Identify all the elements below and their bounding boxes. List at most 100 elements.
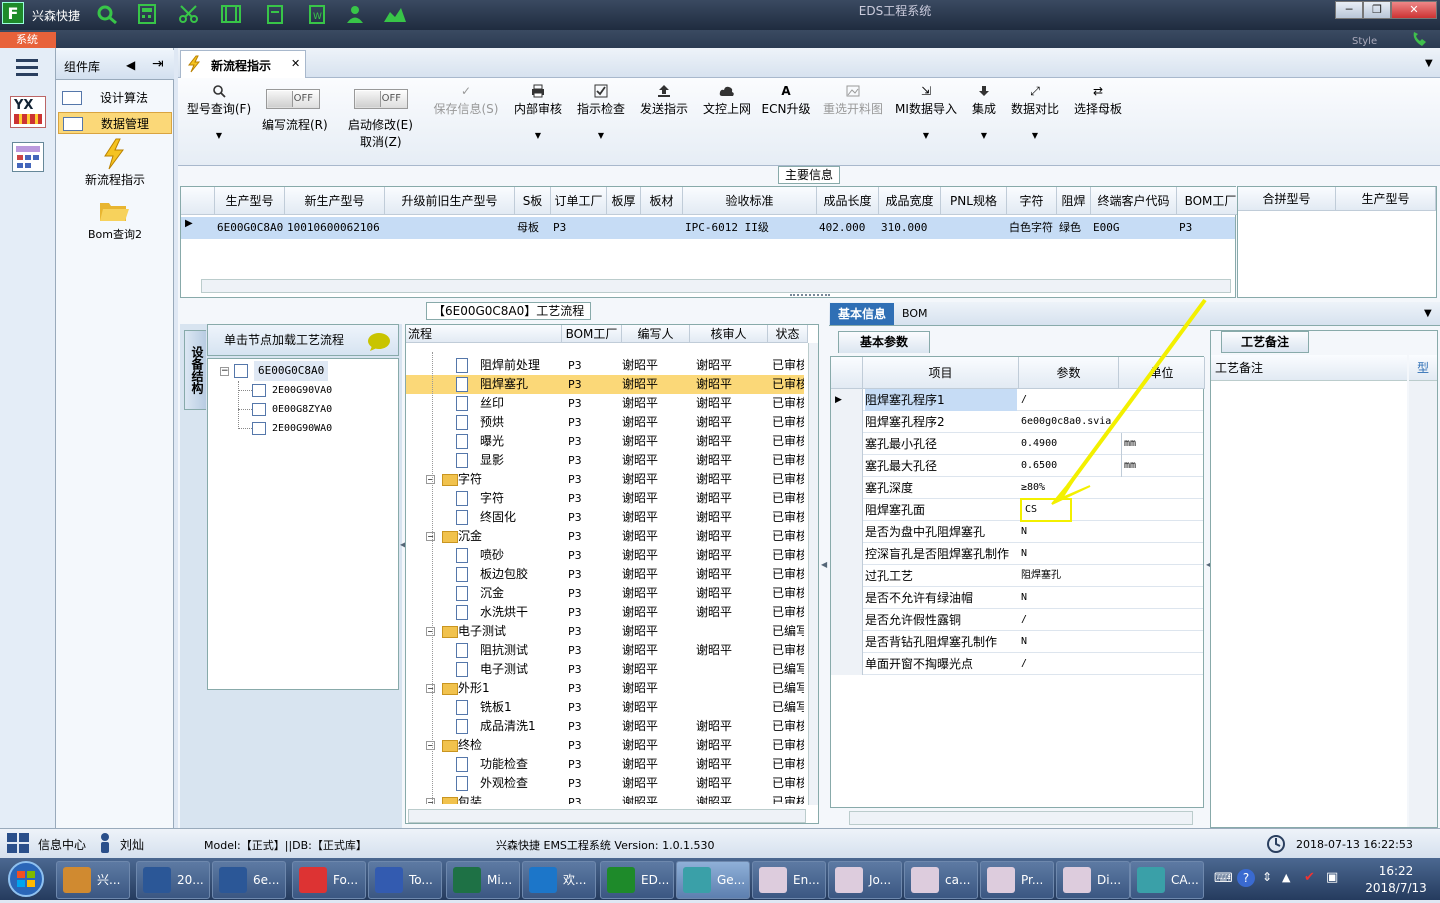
hamburger-menu-icon[interactable] <box>14 56 40 78</box>
table-row[interactable]: 板边包胶 P3 谢昭平 谢昭平 已审核 <box>406 565 804 584</box>
column-header[interactable]: 流程 <box>406 325 562 343</box>
taskbar-item[interactable]: 兴... <box>56 861 130 899</box>
comment-bubble-icon[interactable] <box>366 332 392 352</box>
grid-apps-icon[interactable] <box>6 832 30 854</box>
report-icon[interactable]: W <box>304 3 330 25</box>
table-cell[interactable] <box>643 218 683 238</box>
table-cell[interactable]: 402.000 <box>819 218 879 238</box>
model-query-button[interactable]: 型号查询(F) ▼ <box>184 82 254 140</box>
instruction-check-button[interactable]: 指示检查 ▼ <box>574 82 628 140</box>
column-header[interactable]: 字符 <box>1007 187 1057 215</box>
table-cell[interactable]: 310.000 <box>881 218 941 238</box>
mi-data-import-button[interactable]: ⇲ MI数据导入 ▼ <box>893 82 959 140</box>
column-header[interactable]: 验收标准 <box>683 187 817 215</box>
folder-open-icon[interactable] <box>98 197 130 223</box>
table-row[interactable]: 曝光 P3 谢昭平 谢昭平 已审核 <box>406 432 804 451</box>
help-icon[interactable]: ? <box>1237 869 1255 887</box>
yx-factory-icon[interactable]: YX <box>10 96 46 128</box>
taskbar-item[interactable]: Di... <box>1056 861 1130 899</box>
tree-node-root[interactable]: 6E00G0C8A0 <box>254 361 329 381</box>
taskbar-item[interactable]: 6e... <box>212 861 286 899</box>
param-value[interactable]: N <box>1021 543 1117 565</box>
param-row[interactable]: 控深盲孔是否阻焊塞孔制作 N <box>831 543 1203 565</box>
taskbar-item[interactable]: To... <box>368 861 442 899</box>
collapse-toggle-icon[interactable]: − <box>426 741 435 750</box>
panel-item-design-algorithm[interactable]: 设计算法 <box>58 87 172 109</box>
param-row[interactable]: 单面开窗不掏曝光点 / <box>831 653 1203 675</box>
splitter-handle-icon[interactable]: ◀ <box>821 560 827 569</box>
table-cell[interactable]: 10010600062106 <box>287 218 385 238</box>
column-header[interactable]: 合拼型号 <box>1238 187 1336 211</box>
calculator-app-icon[interactable] <box>12 142 44 172</box>
column-header[interactable]: 升级前旧生产型号 <box>385 187 515 215</box>
table-row[interactable]: 喷砂 P3 谢昭平 谢昭平 已审核 <box>406 546 804 565</box>
minimize-button[interactable]: ─ <box>1335 1 1363 19</box>
collapse-toggle-icon[interactable]: − <box>426 627 435 636</box>
style-menu[interactable]: Style <box>1352 36 1377 47</box>
splitter-grip[interactable] <box>790 294 830 300</box>
launcher-bom-query[interactable]: Bom查询2 <box>58 226 172 242</box>
document-icon[interactable] <box>262 3 288 25</box>
restore-button[interactable]: ❐ <box>1363 1 1391 19</box>
area-chart-icon[interactable] <box>382 3 408 25</box>
table-cell[interactable] <box>387 218 515 238</box>
collapse-toggle-icon[interactable]: − <box>426 532 435 541</box>
column-header[interactable]: 编写人 <box>622 325 690 343</box>
param-row[interactable]: 是否不允许有绿油帽 N <box>831 587 1203 609</box>
column-header[interactable]: 新生产型号 <box>285 187 385 215</box>
panel-item-data-management[interactable]: 数据管理 <box>58 112 172 134</box>
tray-app-icon[interactable]: ✔ <box>1304 870 1315 885</box>
column-header[interactable]: 生产型号 <box>215 187 285 215</box>
table-row[interactable]: 阻抗测试 P3 谢昭平 谢昭平 已审核 <box>406 641 804 660</box>
param-value[interactable]: N <box>1021 631 1117 653</box>
taskbar-item[interactable]: 20... <box>136 861 210 899</box>
column-header[interactable]: 型 <box>1409 355 1437 381</box>
column-header[interactable]: 成品宽度 <box>879 187 941 215</box>
table-row[interactable]: 显影 P3 谢昭平 谢昭平 已审核 <box>406 451 804 470</box>
taskbar-item[interactable]: En... <box>752 861 826 899</box>
table-row[interactable]: 功能检查 P3 谢昭平 谢昭平 已审核 <box>406 755 804 774</box>
enable-edit-toggle[interactable]: OFF <box>354 89 408 109</box>
search-icon[interactable] <box>94 3 120 25</box>
table-cell[interactable]: E00G <box>1093 218 1177 238</box>
column-header[interactable]: 阻焊 <box>1057 187 1091 215</box>
column-header[interactable]: 订单工厂 <box>551 187 607 215</box>
tab-device-structure[interactable]: 设备结构 <box>184 330 206 410</box>
column-header[interactable]: S板 <box>515 187 551 215</box>
table-row[interactable]: 丝印 P3 谢昭平 谢昭平 已审核 <box>406 394 804 413</box>
ecn-upgrade-button[interactable]: A ECN升级 <box>760 82 812 117</box>
table-cell[interactable] <box>609 218 641 238</box>
tab-process-remark[interactable]: 工艺备注 <box>1221 331 1309 353</box>
table-row[interactable]: 电子测试 P3 谢昭平 已编写 <box>406 660 804 679</box>
tab-new-flow[interactable]: 新流程指示 ✕ <box>180 50 306 78</box>
tab-bom[interactable]: BOM <box>902 307 928 320</box>
column-header[interactable]: 状态 <box>768 325 808 343</box>
table-row[interactable]: 沉金 P3 谢昭平 谢昭平 已审核 <box>406 584 804 603</box>
select-master-board-button[interactable]: ⇄ 选择母板 <box>1071 82 1125 117</box>
param-row[interactable]: 是否背钻孔阻焊塞孔制作 N <box>831 631 1203 653</box>
table-cell[interactable]: P3 <box>553 218 607 238</box>
table-row[interactable]: − 终检 P3 谢昭平 谢昭平 已审核 <box>406 736 804 755</box>
table-row[interactable]: 阻焊前处理 P3 谢昭平 谢昭平 已审核 <box>406 356 804 375</box>
tab-dropdown-icon[interactable]: ▼ <box>1425 58 1433 69</box>
table-row[interactable]: 水洗烘干 P3 谢昭平 谢昭平 已审核 <box>406 603 804 622</box>
table-row[interactable]: − 外形1 P3 谢昭平 已编写 <box>406 679 804 698</box>
integrate-button[interactable]: 集成 ▼ <box>966 82 1002 140</box>
param-value[interactable]: / <box>1021 653 1117 675</box>
param-value[interactable]: N <box>1021 587 1117 609</box>
table-row[interactable]: − 包装 P3 谢昭平 谢昭平 已审核 <box>406 793 804 804</box>
collapse-left-icon[interactable]: ◀ <box>126 58 135 72</box>
param-value[interactable]: 阻焊塞孔 <box>1021 565 1117 587</box>
taskbar-item[interactable]: 欢... <box>522 861 596 899</box>
column-header[interactable]: BOM工厂 <box>1177 187 1245 215</box>
taskbar-item[interactable]: Mi... <box>446 861 520 899</box>
horizontal-scrollbar[interactable] <box>408 809 806 823</box>
film-icon[interactable] <box>218 3 244 25</box>
keyboard-icon[interactable]: ⌨ <box>1214 871 1234 887</box>
calculator-icon[interactable] <box>134 3 160 25</box>
table-row[interactable]: 阻焊塞孔 P3 谢昭平 谢昭平 已审核 <box>406 375 804 394</box>
column-header[interactable]: PNL规格 <box>941 187 1007 215</box>
column-header[interactable]: 工艺备注 <box>1211 355 1407 381</box>
column-header[interactable]: 板厚 <box>607 187 641 215</box>
doc-control-online-button[interactable]: 文控上网 <box>700 82 754 117</box>
